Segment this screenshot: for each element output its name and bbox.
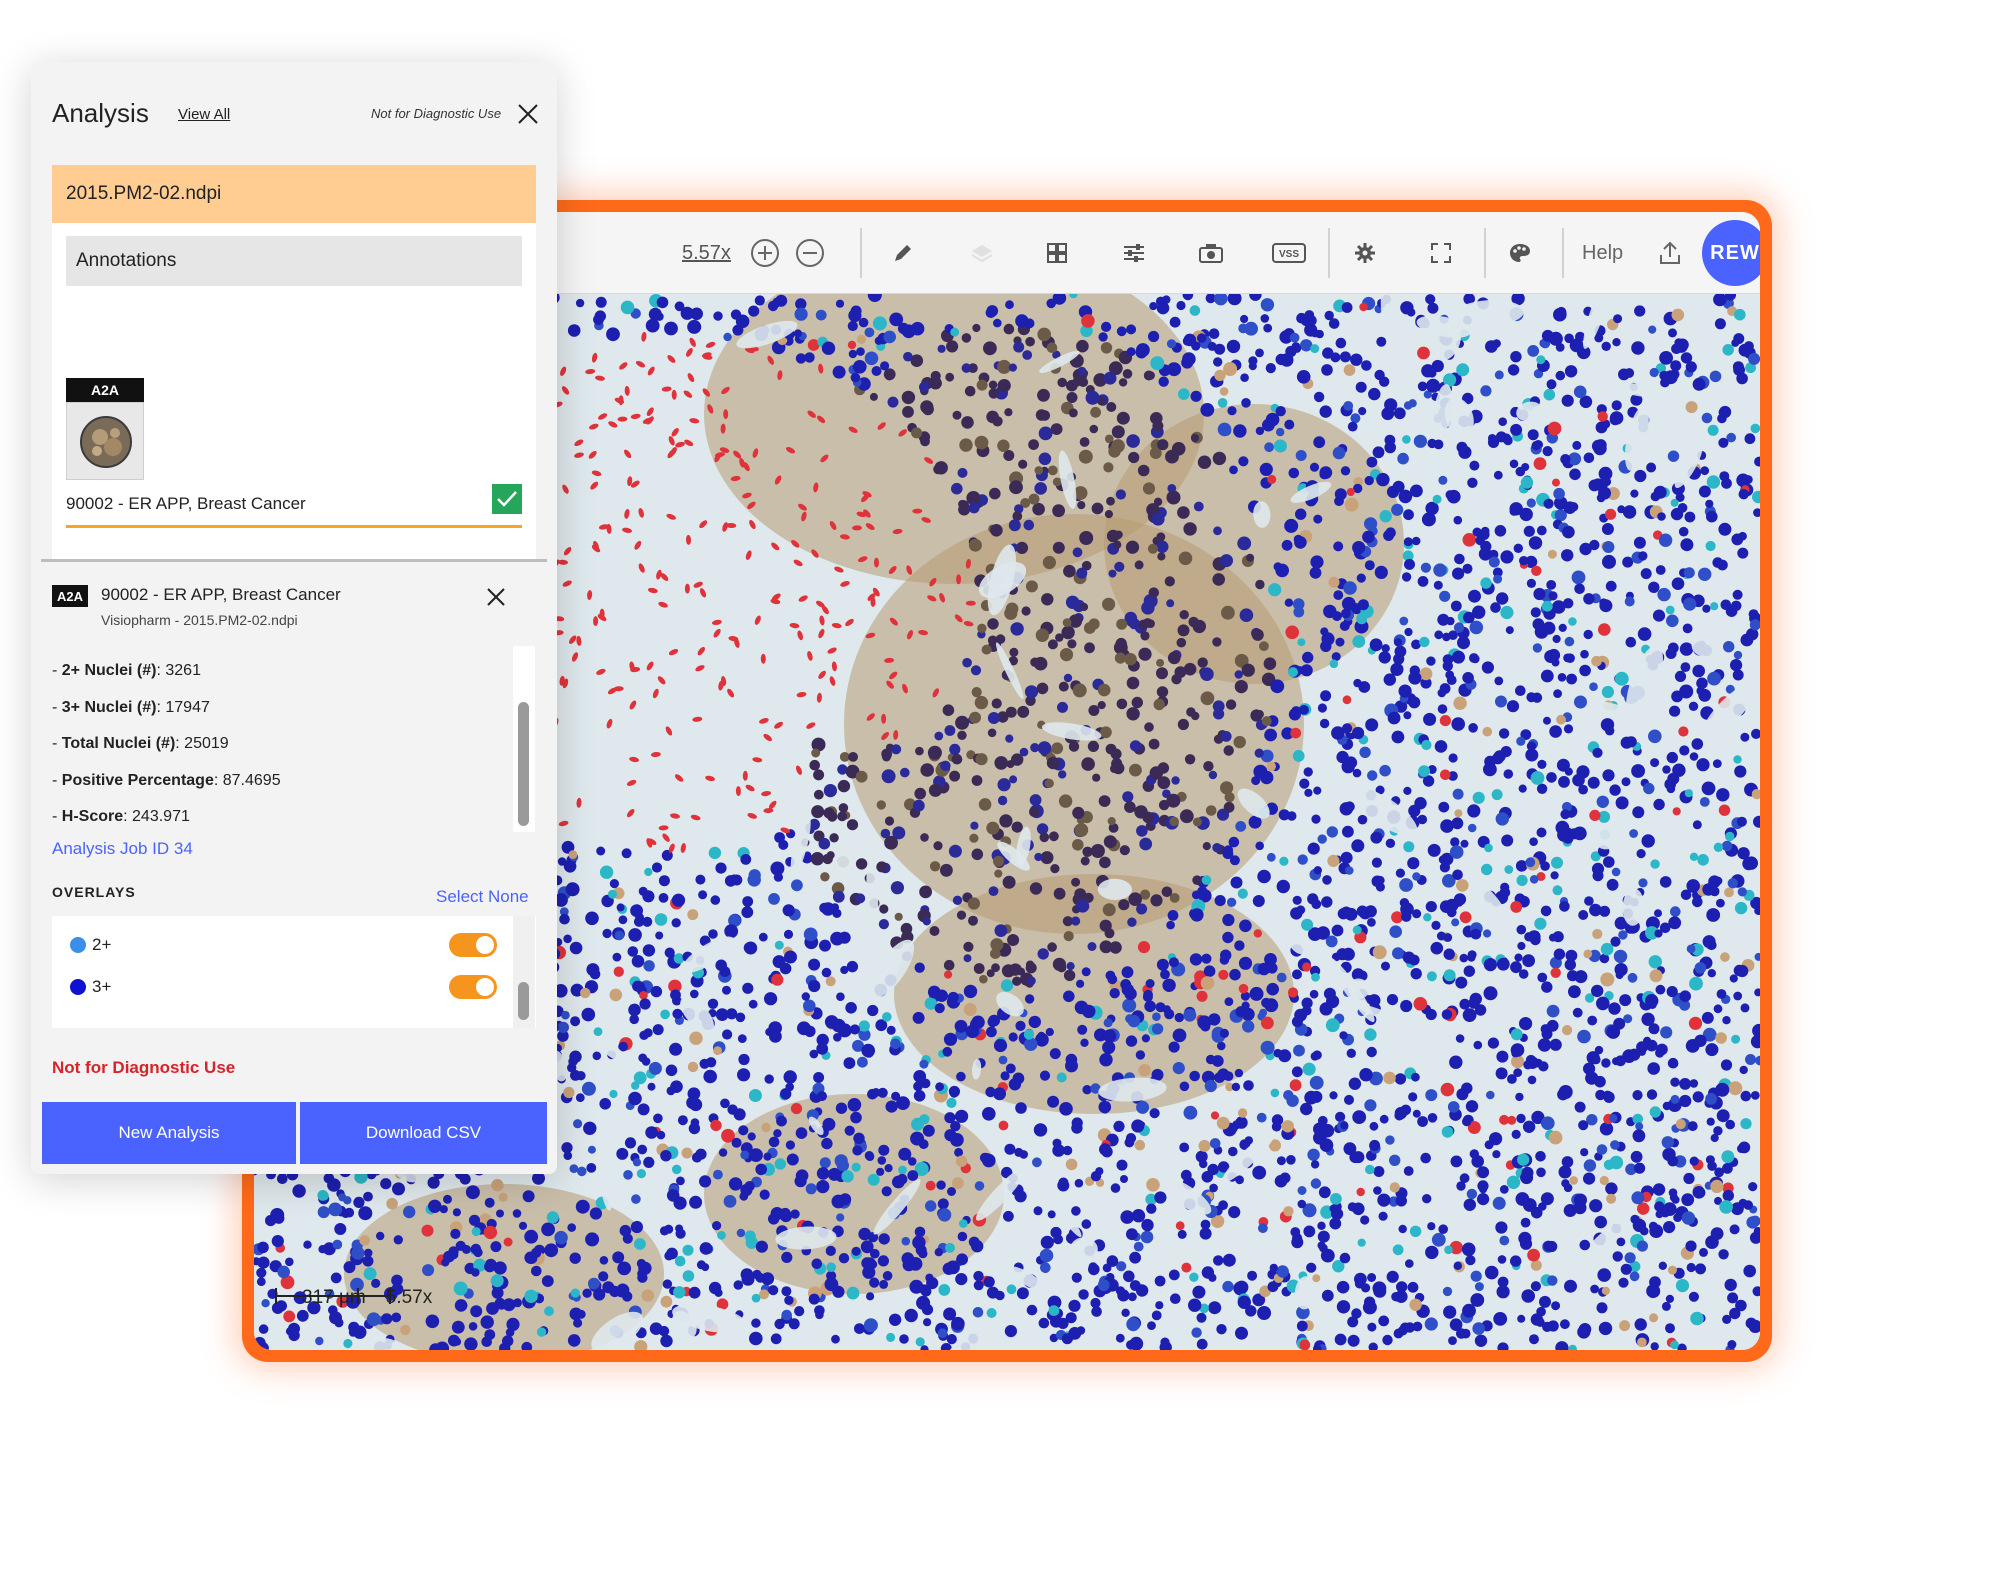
metric-value: 87.4695 (222, 771, 281, 789)
panel-title: Analysis (52, 98, 149, 128)
scale-zoom-ruler (298, 1288, 391, 1304)
upload-icon[interactable] (1658, 229, 1682, 277)
file-name: 2015.PM2-02.ndpi (66, 183, 222, 204)
close-icon[interactable] (486, 587, 506, 607)
help-label: Help (1582, 241, 1624, 264)
metric-value: 243.971 (132, 808, 190, 825)
annotations-card: Annotations A2A 90002 - ER APP, Breast C… (52, 223, 536, 559)
metric-value: 3261 (165, 662, 201, 679)
overlays-scrollbar-thumb[interactable] (518, 982, 529, 1020)
scale-bar: 317 µm 5.57x (274, 1286, 432, 1310)
metrics-list: - 2+ Nuclei (#): 3261 - 3+ Nuclei (#): 1… (52, 662, 281, 845)
checkmark-icon (497, 491, 517, 507)
toolbar-divider (1562, 228, 1564, 278)
analysis-job-link[interactable]: Analysis Job ID 34 (52, 839, 193, 859)
overlay-label: 2+ (92, 935, 112, 954)
layers-icon[interactable] (970, 229, 994, 277)
annotation-tag: A2A (66, 378, 144, 402)
help-button[interactable]: Help (1582, 229, 1623, 277)
overlay-color-dot (70, 937, 86, 953)
vss-label: VSS (1279, 249, 1299, 260)
download-csv-button[interactable]: Download CSV (300, 1102, 547, 1164)
annotation-selected-underline (66, 525, 522, 528)
annotation-thumbnail[interactable] (66, 402, 144, 480)
toolbar-divider (1484, 228, 1486, 278)
panel-divider (41, 559, 547, 562)
zoom-in-icon[interactable] (750, 229, 780, 277)
grid-icon[interactable] (1046, 229, 1068, 277)
overlays-list: 2+ 3+ (52, 916, 536, 1028)
sliders-icon[interactable] (1122, 229, 1146, 277)
camera-icon[interactable] (1198, 229, 1224, 277)
diagnostic-disclaimer-bottom: Not for Diagnostic Use (52, 1058, 236, 1077)
metric-label: Total Nuclei (#) (61, 735, 176, 752)
annotation-checkbox[interactable] (492, 484, 522, 514)
overlays-heading: OVERLAYS (52, 884, 136, 900)
user-avatar[interactable]: REW (1702, 220, 1760, 286)
view-all-link[interactable]: View All (178, 106, 230, 123)
metric-row: - 3+ Nuclei (#): 17947 (52, 698, 210, 716)
analysis-panel: Analysis View All Not for Diagnostic Use… (31, 62, 557, 1174)
metrics-scrollbar-thumb[interactable] (518, 702, 529, 826)
close-icon[interactable] (516, 102, 540, 126)
overlay-item: 3+ (70, 974, 111, 1000)
palette-icon[interactable] (1508, 229, 1532, 277)
metric-label: 2+ Nuclei (#) (61, 662, 157, 679)
pencil-icon[interactable] (892, 229, 914, 277)
zoom-level[interactable]: 5.57x (682, 229, 731, 277)
zoom-out-icon[interactable] (795, 229, 825, 277)
toolbar-divider (1328, 228, 1330, 278)
fullscreen-icon[interactable] (1430, 229, 1452, 277)
file-name-bar[interactable]: 2015.PM2-02.ndpi (52, 165, 536, 223)
metric-row: - Total Nuclei (#): 25019 (52, 735, 229, 752)
metric-value: 17947 (165, 698, 210, 716)
annotation-name: 90002 - ER APP, Breast Cancer (66, 494, 306, 513)
overlay-toggle[interactable] (449, 933, 497, 957)
metric-label: Positive Percentage (61, 771, 214, 789)
overlay-item: 2+ (70, 932, 111, 958)
metric-row: - 2+ Nuclei (#): 3261 (52, 662, 201, 679)
metric-label: H-Score (61, 808, 124, 825)
select-none-link[interactable]: Select None (436, 887, 529, 907)
vss-icon[interactable]: VSS (1272, 229, 1306, 277)
detail-tag: A2A (52, 585, 88, 607)
overlay-label: 3+ (92, 977, 112, 996)
metric-label: 3+ Nuclei (#) (61, 698, 157, 716)
diagnostic-disclaimer-top: Not for Diagnostic Use (371, 106, 502, 121)
zoom-level-text: 5.57x (682, 241, 731, 264)
metric-row: - Positive Percentage: 87.4695 (52, 771, 281, 789)
gear-icon[interactable] (1354, 229, 1376, 277)
tissue-thumbnail-icon (80, 416, 132, 468)
overlay-color-dot (70, 979, 86, 995)
annotations-header: Annotations (66, 236, 522, 286)
new-analysis-button[interactable]: New Analysis (42, 1102, 296, 1164)
scale-zoom: 5.57x (385, 1287, 433, 1308)
metric-value: 25019 (184, 735, 229, 752)
detail-subtitle: Visiopharm - 2015.PM2-02.ndpi (101, 612, 298, 628)
toolbar-divider (860, 228, 862, 278)
overlay-toggle[interactable] (449, 975, 497, 999)
detail-title: 90002 - ER APP, Breast Cancer (101, 585, 341, 604)
